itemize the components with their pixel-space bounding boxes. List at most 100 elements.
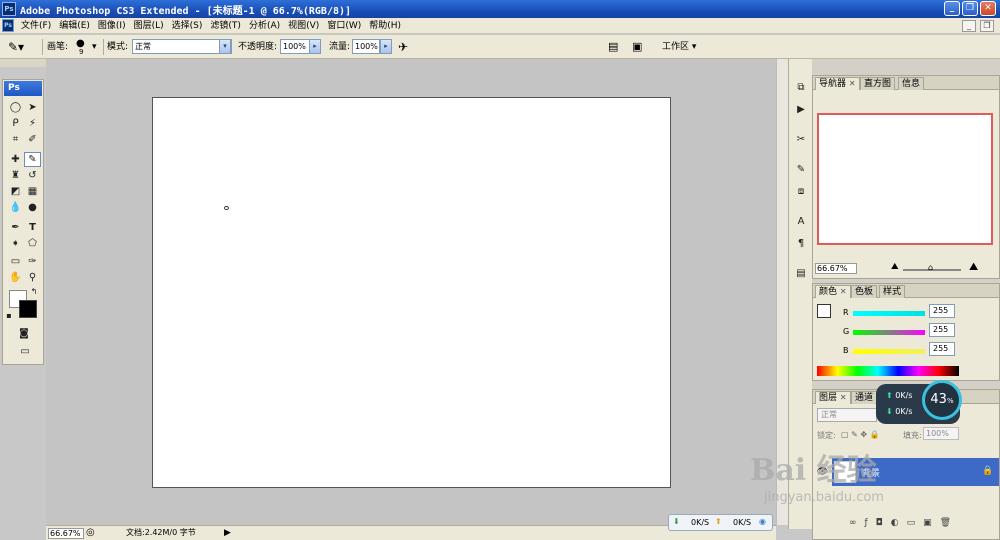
actions-panel-icon[interactable]: ▶	[792, 101, 810, 119]
background-color-swatch[interactable]	[19, 300, 37, 318]
move-icon[interactable]: ➤	[24, 100, 41, 115]
zoom-out-icon[interactable]: ⛰	[891, 262, 899, 272]
tab-color[interactable]: 颜色 ✕	[815, 285, 851, 298]
shape-icon[interactable]: ⬠	[24, 236, 41, 251]
mode-dropdown-icon[interactable]: ▾	[219, 39, 231, 54]
dodge-icon[interactable]: ●	[24, 200, 41, 215]
menu-analysis[interactable]: 分析(A)	[245, 18, 284, 34]
screen-mode-icon[interactable]: ▭	[15, 344, 35, 359]
marquee-icon[interactable]: ◯	[7, 100, 24, 115]
tool-presets-icon[interactable]: ✂	[792, 131, 810, 149]
channel-b-slider[interactable]	[853, 349, 925, 354]
layer-visibility-icon[interactable]: 👁	[815, 458, 830, 486]
tab-styles[interactable]: 样式	[879, 285, 906, 298]
path-selection-icon[interactable]: ➧	[7, 236, 24, 251]
channel-r-label: R	[843, 308, 849, 317]
default-colors-icon[interactable]: ▪	[4, 308, 14, 323]
close-icon[interactable]: ✕	[980, 1, 996, 16]
brush-icon[interactable]: ✎	[24, 152, 41, 167]
tab-channels[interactable]: 通道	[851, 391, 878, 404]
cpu-percent-circle[interactable]: 43%	[922, 380, 962, 420]
history-panel-icon[interactable]: ⧉	[792, 79, 810, 97]
slice-icon[interactable]: ✐	[24, 132, 41, 147]
lasso-icon[interactable]: ᑭ	[7, 116, 24, 131]
speed-logo-icon[interactable]: ◉	[759, 517, 766, 526]
menu-file[interactable]: 文件(F)	[17, 18, 55, 34]
layer-row-background[interactable]: 背景 🔒	[832, 458, 999, 486]
channel-b-value[interactable]: 255	[929, 342, 955, 356]
menu-help[interactable]: 帮助(H)	[365, 18, 405, 34]
history-brush-icon[interactable]: ↺	[24, 168, 41, 183]
color-ramp[interactable]	[817, 366, 959, 376]
swap-colors-icon[interactable]: ↰	[28, 284, 40, 299]
airbrush-icon[interactable]: ✈	[398, 39, 408, 55]
menu-edit[interactable]: 编辑(E)	[55, 18, 94, 34]
clone-stamp-icon[interactable]: ♜	[7, 168, 24, 183]
type-icon[interactable]: T	[24, 220, 41, 235]
color-fg-swatch[interactable]	[817, 304, 831, 318]
fill-field[interactable]: 100%	[923, 427, 959, 440]
tab-histogram[interactable]: 直方图	[860, 77, 896, 90]
clone-source-icon[interactable]: ⧈	[792, 183, 810, 201]
document-canvas[interactable]	[152, 97, 671, 488]
brushes-panel-icon[interactable]: ✎	[792, 161, 810, 179]
mode-select[interactable]: 正常	[132, 39, 232, 54]
flow-field[interactable]: 100%	[352, 39, 380, 54]
quick-mask-icon[interactable]: ◙	[15, 326, 33, 341]
gradient-icon[interactable]: ▦	[24, 184, 41, 199]
menu-image[interactable]: 图像(I)	[94, 18, 130, 34]
paragraph-panel-icon[interactable]: ¶	[792, 235, 810, 253]
zoom-slider-thumb[interactable]: ⌂	[928, 263, 933, 272]
healing-brush-icon[interactable]: ✚	[7, 152, 24, 167]
ps-menu-icon[interactable]: Ps	[2, 19, 14, 32]
tab-info[interactable]: 信息	[898, 77, 925, 90]
channel-g-value[interactable]: 255	[929, 323, 955, 337]
status-zoom-field[interactable]: 66.67%	[48, 528, 84, 539]
blur-icon[interactable]: 💧	[7, 200, 24, 215]
menu-view[interactable]: 视图(V)	[284, 18, 323, 34]
brush-tool-preset-icon[interactable]: ✎▾	[8, 39, 24, 55]
character-panel-icon[interactable]: A	[792, 213, 810, 231]
channel-g-slider[interactable]	[853, 330, 925, 335]
tab-navigator[interactable]: 导航器 ✕	[815, 77, 860, 90]
opacity-arrow-icon[interactable]: ▸	[309, 39, 321, 54]
palette-well-icon[interactable]: ▤	[608, 39, 618, 55]
navigator-preview[interactable]	[817, 113, 993, 245]
workspace-menu[interactable]: 工作区 ▾	[662, 39, 696, 55]
crop-icon[interactable]: ⌗	[7, 132, 24, 147]
menu-window[interactable]: 窗口(W)	[323, 18, 365, 34]
vertical-scrollbar[interactable]	[776, 59, 788, 525]
brush-picker-chevron-icon[interactable]: ▾	[92, 39, 97, 55]
navigator-zoom-field[interactable]: 66.67%	[815, 263, 857, 274]
menu-select[interactable]: 选择(S)	[168, 18, 207, 34]
bridge-icon[interactable]: ▣	[632, 39, 642, 55]
layer-footer-icons[interactable]: ∞ƒ◘◐▭▣🗑	[849, 518, 959, 528]
layer-name: 背景	[862, 469, 881, 479]
pen-icon[interactable]: ✒	[7, 220, 24, 235]
doc-minimize-icon[interactable]: _	[962, 20, 976, 32]
channel-r-value[interactable]: 255	[929, 304, 955, 318]
eraser-icon[interactable]: ◩	[7, 184, 24, 199]
tab-swatches[interactable]: 色板	[851, 285, 878, 298]
tools-collapse-bar[interactable]	[0, 59, 46, 67]
blend-mode-select[interactable]: 正常	[817, 408, 877, 422]
zoom-in-icon[interactable]: ⛰	[969, 260, 978, 274]
magic-wand-icon[interactable]: ⚡	[24, 116, 41, 131]
minimize-icon[interactable]: _	[944, 1, 960, 16]
doc-restore-icon[interactable]: ❐	[980, 20, 994, 32]
hand-icon[interactable]: ✋	[7, 270, 24, 285]
opacity-field[interactable]: 100%	[280, 39, 310, 54]
zoom-icon[interactable]: ⚲	[24, 270, 41, 285]
lock-icons[interactable]: ▢ ✎ ✥ 🔒	[841, 430, 880, 439]
status-menu-arrow-icon[interactable]: ▶	[224, 527, 231, 539]
channel-r-slider[interactable]	[853, 311, 925, 316]
restore-icon[interactable]: ❐	[962, 1, 978, 16]
menu-filter[interactable]: 滤镜(T)	[206, 18, 245, 34]
flow-arrow-icon[interactable]: ▸	[380, 39, 392, 54]
eyedropper-icon[interactable]: ✑	[24, 254, 41, 269]
layer-comps-icon[interactable]: ▤	[792, 265, 810, 283]
status-info-icon[interactable]: ◎	[86, 527, 95, 539]
tab-layers[interactable]: 图层 ✕	[815, 391, 851, 404]
menu-layer[interactable]: 图层(L)	[130, 18, 168, 34]
notes-icon[interactable]: ▭	[7, 254, 24, 269]
